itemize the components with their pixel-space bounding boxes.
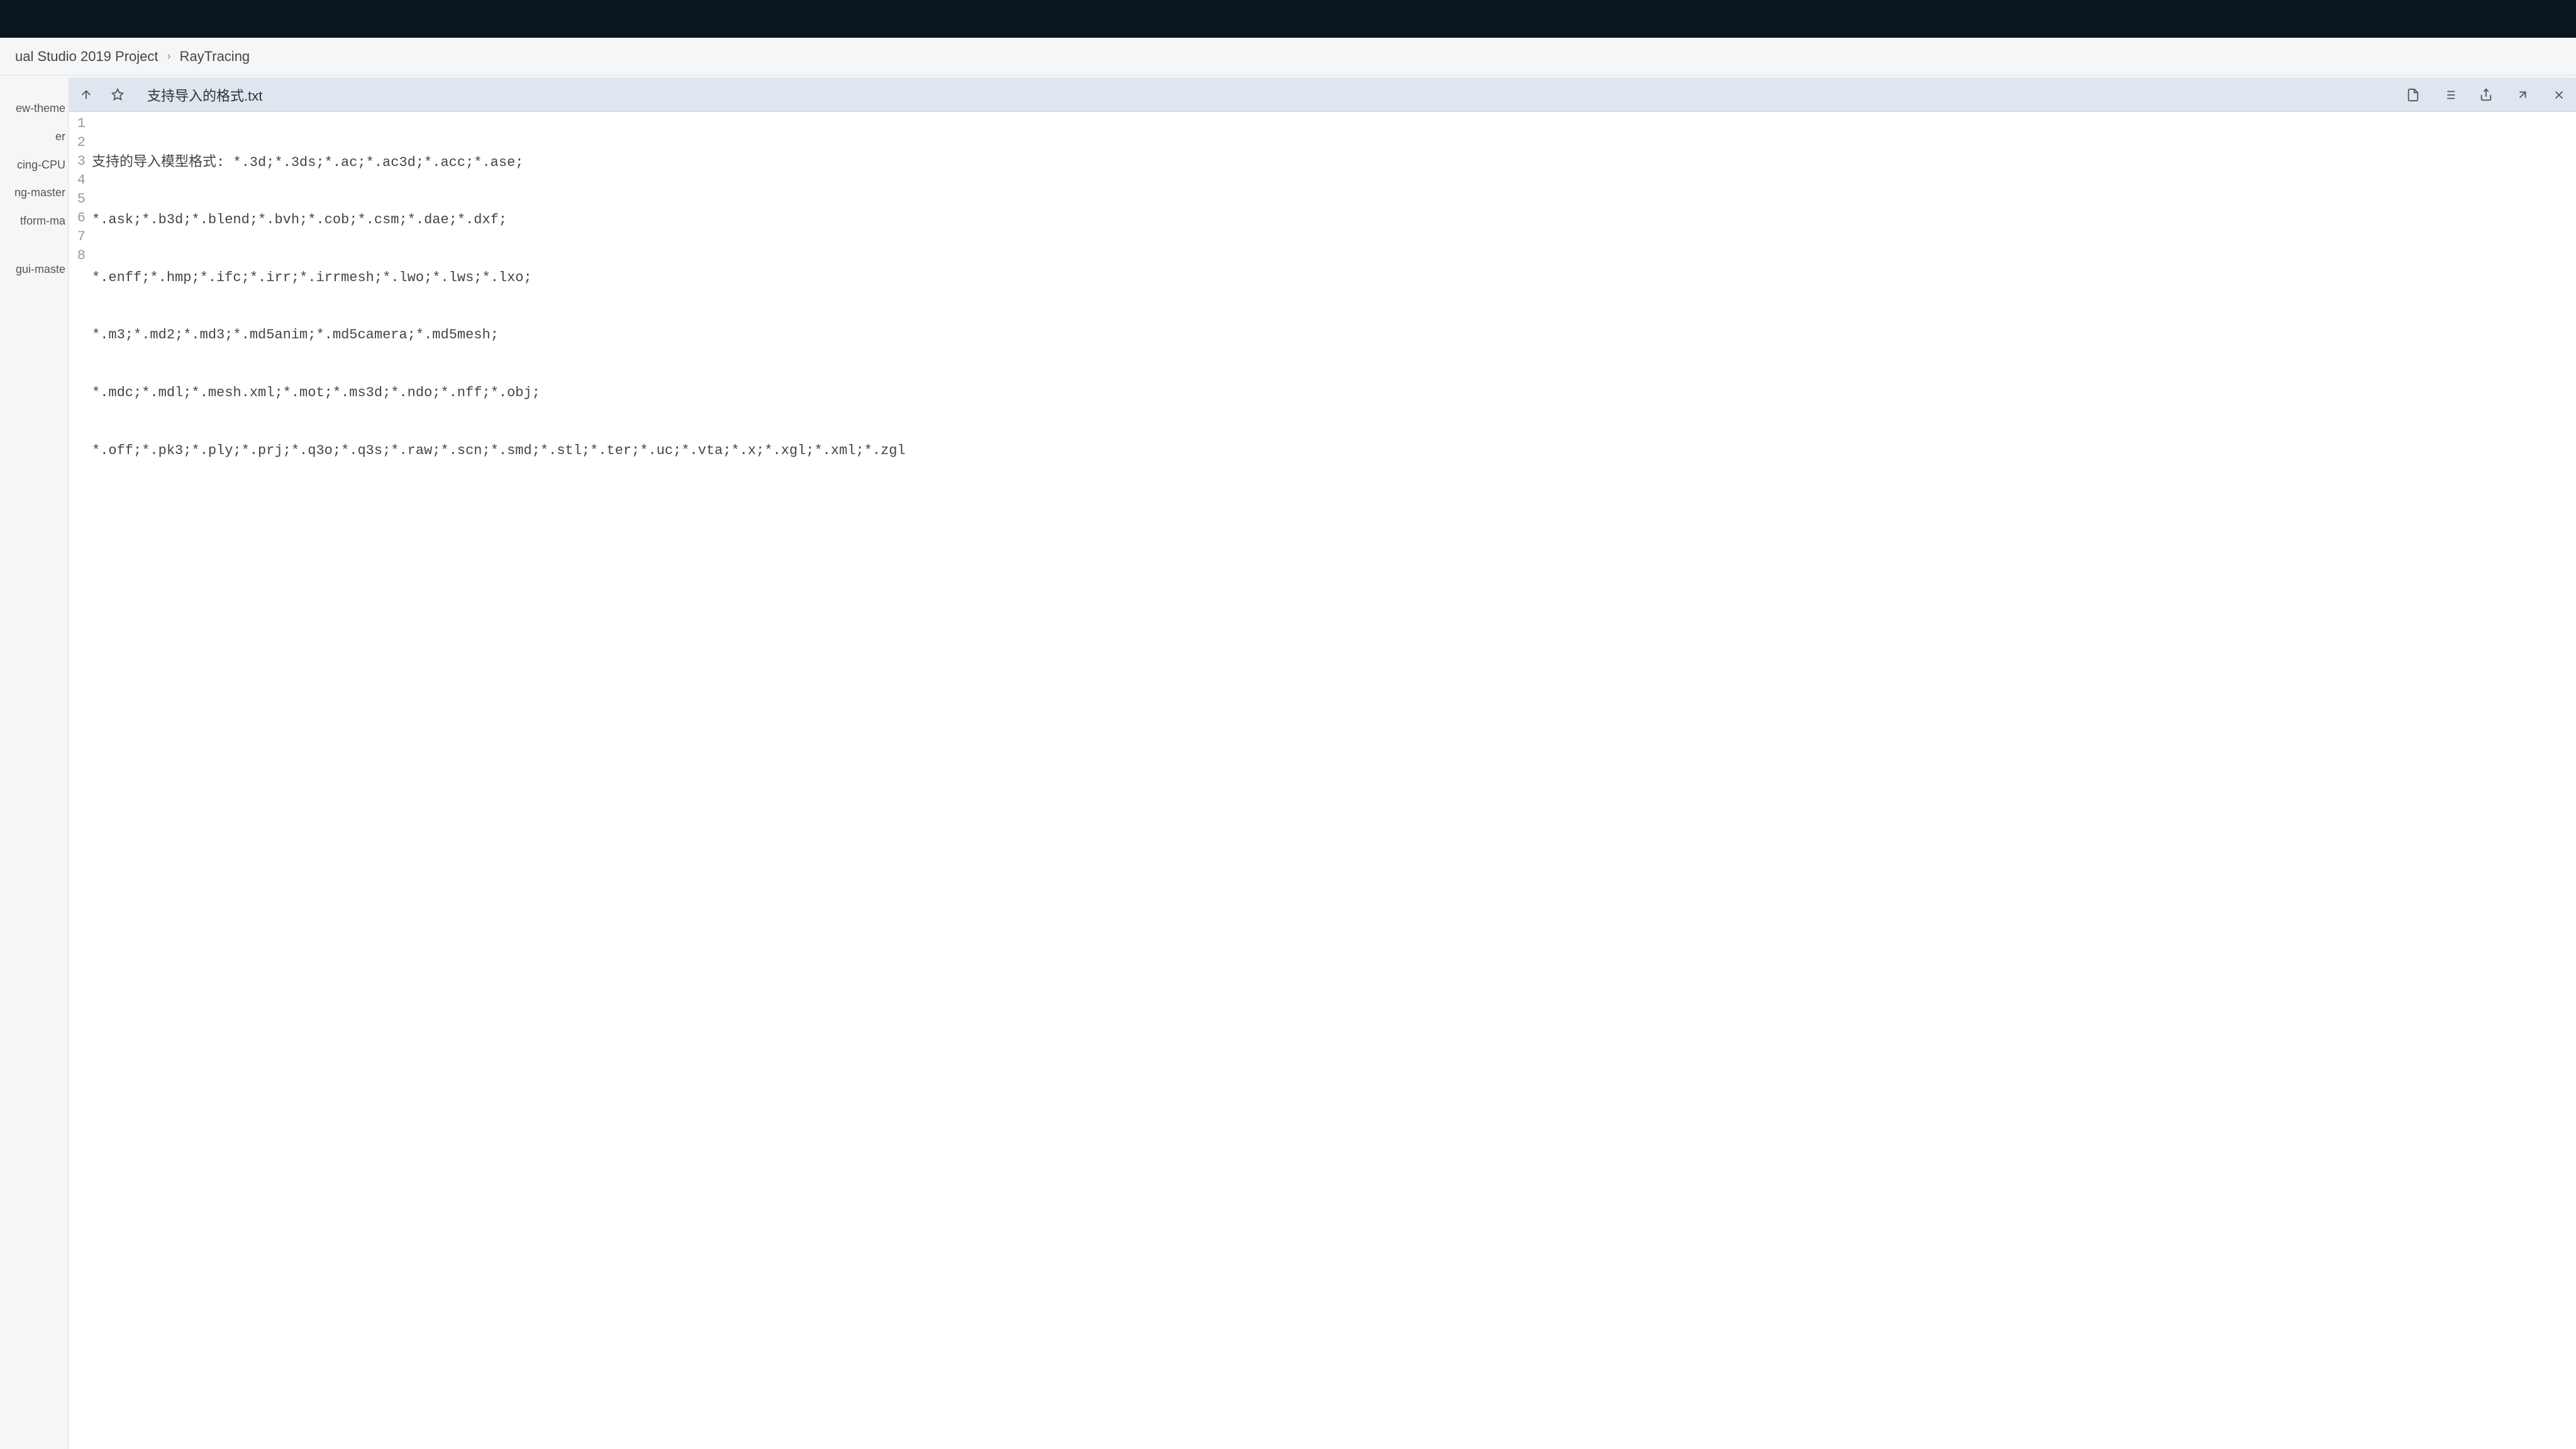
list-item[interactable]: gui-maste [0, 255, 69, 284]
new-file-icon[interactable] [2406, 88, 2420, 102]
code-line: *.m3;*.md2;*.md3;*.md5anim;*.md5camera;*… [92, 326, 2576, 345]
list-item[interactable]: er [0, 123, 69, 151]
close-icon[interactable] [2552, 88, 2566, 102]
line-number: 4 [69, 171, 86, 190]
list-item[interactable] [0, 235, 69, 245]
preview-filename: 支持导入的格式.txt [142, 85, 262, 105]
titlebar-spacer [0, 0, 2576, 38]
code-line: *.ask;*.b3d;*.blend;*.bvh;*.cob;*.csm;*.… [92, 211, 2576, 230]
code-line [92, 499, 2576, 518]
expand-icon[interactable] [2516, 88, 2529, 102]
code-line: 支持的导入模型格式: *.3d;*.3ds;*.ac;*.ac3d;*.acc;… [92, 153, 2576, 172]
pin-icon[interactable] [111, 88, 125, 102]
breadcrumb-segment[interactable]: ual Studio 2019 Project [13, 48, 161, 65]
list-item[interactable]: tform-ma [0, 207, 69, 235]
line-number: 1 [69, 114, 86, 133]
breadcrumb-segment[interactable]: RayTracing [177, 48, 253, 65]
file-list-sidebar: ew-theme er cing-CPU ng-master tform-ma … [0, 75, 69, 1449]
code-line [92, 557, 2576, 575]
line-number: 8 [69, 247, 86, 265]
text-editor[interactable]: 1 2 3 4 5 6 7 8 支持的导入模型格式: *.3d;*.3ds;*.… [69, 112, 2576, 1449]
file-explorer-window: ual Studio 2019 Project › RayTracing ew-… [0, 0, 2576, 1449]
list-item[interactable]: cing-CPU [0, 151, 69, 179]
list-icon[interactable] [2443, 88, 2457, 102]
line-number: 3 [69, 152, 86, 171]
code-content[interactable]: 支持的导入模型格式: *.3d;*.3ds;*.ac;*.ac3d;*.acc;… [92, 114, 2576, 1449]
arrow-up-icon[interactable] [79, 88, 93, 102]
line-number: 2 [69, 133, 86, 152]
share-icon[interactable] [2479, 88, 2493, 102]
breadcrumb: ual Studio 2019 Project › RayTracing [0, 38, 2576, 75]
code-line: *.off;*.pk3;*.ply;*.prj;*.q3o;*.q3s;*.ra… [92, 441, 2576, 460]
list-item[interactable] [0, 245, 69, 255]
code-line: *.enff;*.hmp;*.ifc;*.irr;*.irrmesh;*.lwo… [92, 269, 2576, 287]
list-item[interactable]: ew-theme [0, 94, 69, 123]
preview-header: 支持导入的格式.txt [69, 78, 2576, 112]
line-number: 7 [69, 228, 86, 247]
chevron-right-icon: › [161, 50, 177, 63]
main-area: ew-theme er cing-CPU ng-master tform-ma … [0, 75, 2576, 1449]
line-number: 5 [69, 190, 86, 209]
line-number: 6 [69, 209, 86, 228]
preview-pane: 支持导入的格式.txt [69, 78, 2576, 1449]
list-item[interactable]: ng-master [0, 179, 69, 207]
code-line: *.mdc;*.mdl;*.mesh.xml;*.mot;*.ms3d;*.nd… [92, 384, 2576, 402]
line-gutter: 1 2 3 4 5 6 7 8 [69, 114, 92, 1449]
